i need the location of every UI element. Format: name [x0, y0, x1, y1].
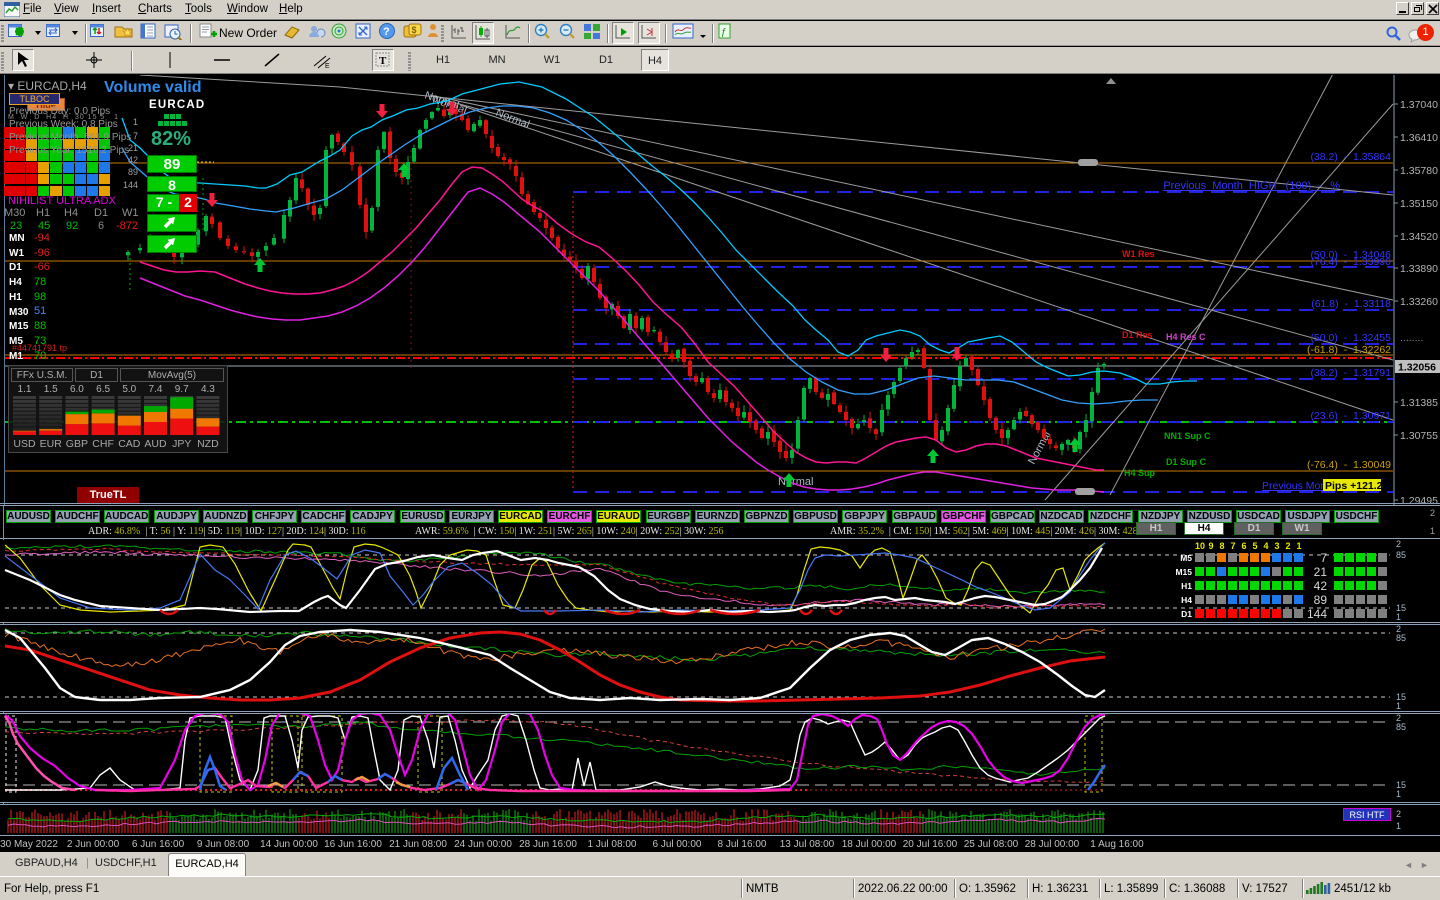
svg-text:H4 Sup: H4 Sup [1124, 468, 1156, 478]
svg-text:(38.2) - 1.35864: (38.2) - 1.35864 [1310, 151, 1391, 163]
svg-text:1.34520: 1.34520 [1400, 231, 1438, 243]
svg-text:$: $ [412, 25, 417, 35]
svg-text:1: 1 [1296, 541, 1301, 551]
svg-text:6: 6 [1241, 541, 1246, 551]
svg-text:W1 Res: W1 Res [1122, 249, 1155, 259]
svg-text:(23.6) - 1.30971: (23.6) - 1.30971 [1310, 410, 1391, 422]
svg-text:21: 21 [1314, 565, 1328, 579]
svg-text:H1: H1 [1181, 581, 1192, 591]
svg-text:(61.8) - 1.33118: (61.8) - 1.33118 [1311, 298, 1391, 310]
svg-text:D1: D1 [1181, 609, 1192, 619]
svg-text:1.33260: 1.33260 [1400, 296, 1438, 308]
svg-text:85: 85 [1396, 550, 1406, 560]
svg-text:7: 7 [1320, 551, 1327, 565]
svg-text:5: 5 [1252, 541, 1257, 551]
svg-text:NN1 Sup C: NN1 Sup C [1164, 431, 1211, 441]
svg-text:Normal: Normal [494, 107, 531, 131]
svg-text:E: E [325, 63, 330, 70]
svg-text:4: 4 [1263, 541, 1268, 551]
svg-text:7: 7 [1230, 541, 1235, 551]
svg-text:8: 8 [1219, 541, 1224, 551]
svg-text:10: 10 [1195, 541, 1205, 551]
svg-text:H4 Res C: H4 Res C [1166, 332, 1206, 342]
svg-text:T: T [379, 55, 387, 67]
svg-text:(50.0) - 1.32455: (50.0) - 1.32455 [1310, 332, 1391, 344]
svg-text:D1 Res: D1 Res [1122, 330, 1153, 340]
svg-text:144: 144 [1307, 607, 1327, 621]
svg-text:(76.4) - 1.33990: (76.4) - 1.33990 [1310, 256, 1391, 268]
svg-text:(-76.4) - 1.30049: (-76.4) - 1.30049 [1307, 459, 1391, 471]
svg-text:D1 Sup C: D1 Sup C [1166, 457, 1207, 467]
svg-text:1: 1 [1396, 612, 1401, 622]
svg-text:(38.2) - 1.31791: (38.2) - 1.31791 [1310, 367, 1391, 379]
svg-text:ƒ: ƒ [721, 27, 727, 38]
svg-text:1.35150: 1.35150 [1400, 198, 1438, 210]
svg-text:1: 1 [1396, 701, 1401, 711]
svg-text:M15: M15 [1175, 567, 1192, 577]
svg-text:........: ........ [1400, 332, 1423, 344]
svg-text:2: 2 [1285, 541, 1290, 551]
svg-text:1.33890: 1.33890 [1400, 263, 1438, 275]
svg-text:?: ? [383, 26, 390, 38]
svg-text:89: 89 [1314, 593, 1328, 607]
svg-text:1.31385: 1.31385 [1400, 397, 1438, 409]
svg-text:85: 85 [1396, 722, 1406, 732]
svg-text:(-61.8) - 1.32262: (-61.8) - 1.32262 [1307, 344, 1391, 356]
svg-text:Pips +121.2: Pips +121.2 [1325, 480, 1383, 492]
svg-text:Previous Month HIGH (100): Previous Month HIGH (100) - % [1163, 180, 1340, 192]
svg-text:1.35780: 1.35780 [1400, 165, 1438, 177]
svg-text:85: 85 [1396, 633, 1406, 643]
svg-text:Normal: Normal [778, 476, 813, 488]
svg-text:9: 9 [1208, 541, 1213, 551]
svg-text:1.36410: 1.36410 [1400, 132, 1438, 144]
svg-text:42: 42 [1314, 579, 1328, 593]
svg-text:2: 2 [1396, 540, 1401, 549]
svg-text:3: 3 [1274, 541, 1279, 551]
svg-text:1.37040: 1.37040 [1400, 99, 1438, 111]
svg-text:H4: H4 [1181, 595, 1192, 605]
svg-text:1.30755: 1.30755 [1400, 430, 1438, 442]
svg-text:M5: M5 [1180, 553, 1192, 563]
svg-text:1.32056: 1.32056 [1398, 362, 1436, 374]
svg-text:1: 1 [1396, 789, 1401, 799]
